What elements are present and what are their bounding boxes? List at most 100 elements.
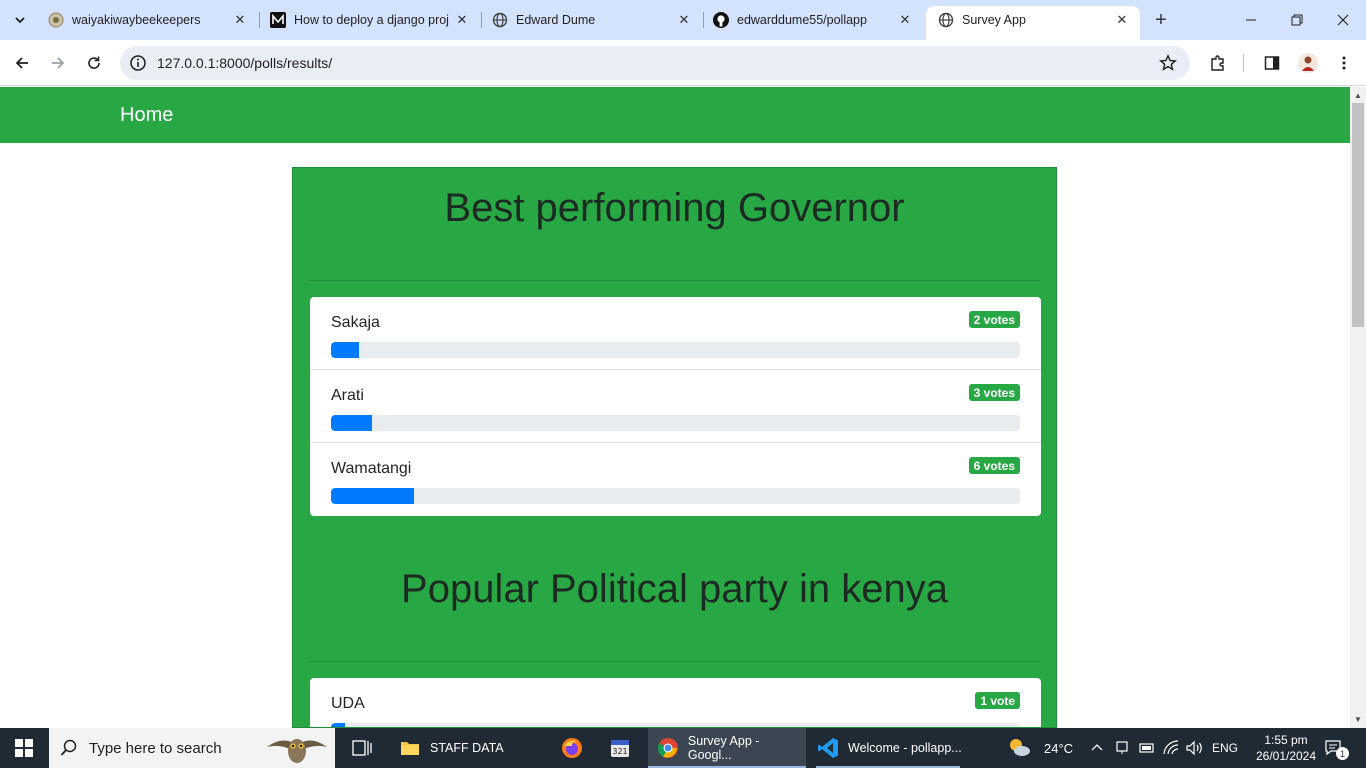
weather-widget[interactable]: 24°C <box>1006 728 1073 768</box>
poll-question: Popular Political party in kenya <box>401 567 948 611</box>
info-icon[interactable] <box>128 53 148 73</box>
svg-text:321: 321 <box>612 747 627 756</box>
side-panel-button[interactable] <box>1261 52 1283 74</box>
taskbar-search[interactable]: Type here to search <box>49 728 335 768</box>
notification-count: 1 <box>1336 747 1349 760</box>
close-window-button[interactable] <box>1320 0 1366 40</box>
globe-icon <box>938 12 954 28</box>
chrome-menu-button[interactable] <box>1333 52 1355 74</box>
profile-avatar[interactable] <box>1297 52 1319 74</box>
globe-icon <box>492 12 508 28</box>
more-vert-icon <box>1342 56 1346 70</box>
home-link[interactable]: Home <box>120 104 173 127</box>
tab-github-pollapp[interactable]: edwarddume55/pollapp ✕ <box>701 6 923 34</box>
media-player-icon: 321 <box>608 736 632 760</box>
tab-title: Edward Dume <box>516 13 596 27</box>
tray-battery[interactable] <box>1139 728 1155 768</box>
scrollbar-thumb[interactable] <box>1352 103 1364 327</box>
url-text[interactable]: 127.0.0.1:8000/polls/results/ <box>157 55 332 71</box>
close-icon[interactable]: ✕ <box>1114 12 1130 28</box>
tab-title: How to deploy a django proj <box>294 13 449 27</box>
tray-meet-now[interactable] <box>1114 728 1130 768</box>
poll-results-container: Best performing Governor Sakaja 2 votes … <box>292 167 1057 728</box>
clock-date: 26/01/2024 <box>1255 749 1317 763</box>
tab-search-button[interactable] <box>8 8 32 32</box>
toolbar-divider <box>1243 54 1244 72</box>
list-item: UDA 1 vote <box>310 678 1041 727</box>
vote-count-badge: 6 votes <box>968 457 1020 474</box>
choice-label: Arati <box>331 387 364 404</box>
windows-logo-icon <box>15 739 33 757</box>
plus-icon: + <box>1155 8 1167 31</box>
forward-button[interactable] <box>45 50 71 76</box>
minimize-button[interactable] <box>1228 0 1274 40</box>
wifi-icon <box>1163 740 1179 755</box>
results-list: Sakaja 2 votes Arati 3 votes Wamatangi 6… <box>310 297 1041 516</box>
site-icon <box>48 12 64 28</box>
app-label: Welcome - pollapp... <box>848 741 962 755</box>
taskbar-app-staff-data[interactable]: STAFF DATA <box>390 728 530 768</box>
notifications-button[interactable]: 1 <box>1324 728 1349 768</box>
tab-edward-dume[interactable]: Edward Dume ✕ <box>480 6 702 34</box>
arrow-right-icon <box>52 57 65 69</box>
divider <box>310 661 1040 662</box>
tab-survey-app[interactable]: Survey App ✕ <box>926 6 1140 40</box>
search-placeholder: Type here to search <box>89 739 222 757</box>
choice-label: Sakaja <box>331 314 380 331</box>
speaker-icon <box>1186 740 1202 756</box>
tray-volume[interactable] <box>1186 728 1204 768</box>
divider <box>310 280 1040 281</box>
extensions-button[interactable] <box>1207 52 1229 74</box>
task-view-button[interactable] <box>344 728 376 768</box>
list-item: Arati 3 votes <box>310 370 1041 443</box>
battery-icon <box>1139 743 1154 753</box>
scroll-up-icon[interactable]: ▲ <box>1354 91 1362 100</box>
choice-label: UDA <box>331 695 365 712</box>
start-button[interactable] <box>0 728 48 768</box>
search-icon <box>60 739 77 756</box>
tray-network[interactable] <box>1163 728 1181 768</box>
restore-icon <box>1291 14 1303 26</box>
tab-django-deploy[interactable]: How to deploy a django proj ✕ <box>258 6 480 34</box>
restore-button[interactable] <box>1274 0 1320 40</box>
reload-icon <box>88 56 100 69</box>
progress-bar <box>331 415 1020 431</box>
taskbar-app-chrome[interactable]: Survey App - Googl... <box>648 728 806 768</box>
page-scrollbar[interactable]: ▲ ▼ <box>1350 87 1366 728</box>
taskbar-firefox[interactable] <box>552 728 592 768</box>
show-hidden-icons[interactable] <box>1090 728 1104 768</box>
address-bar[interactable]: 127.0.0.1:8000/polls/results/ <box>120 46 1190 80</box>
new-tab-button[interactable]: + <box>1150 9 1172 31</box>
close-icon[interactable]: ✕ <box>454 12 470 28</box>
close-icon[interactable]: ✕ <box>676 12 692 28</box>
chevron-up-icon <box>1091 744 1103 751</box>
back-button[interactable] <box>9 50 35 76</box>
progress-fill <box>331 415 373 431</box>
puzzle-icon <box>1211 55 1224 71</box>
browser-toolbar: 127.0.0.1:8000/polls/results/ <box>0 40 1366 86</box>
vote-count-badge: 3 votes <box>968 384 1020 401</box>
tray-language[interactable]: ENG <box>1212 728 1238 768</box>
weather-temp: 24°C <box>1044 740 1074 756</box>
bookmark-star-icon[interactable] <box>1158 53 1178 73</box>
progress-bar <box>331 488 1020 504</box>
close-icon[interactable]: ✕ <box>897 12 913 28</box>
close-icon[interactable]: ✕ <box>232 12 248 28</box>
tab-waiyakiwaybeekeepers[interactable]: waiyakiwaybeekeepers ✕ <box>36 6 258 34</box>
tab-title: waiyakiwaybeekeepers <box>72 13 201 27</box>
avatar-icon <box>1298 53 1318 73</box>
windows-taskbar: Type here to search STAFF DATA 321 Surve… <box>0 728 1366 768</box>
taskbar-app-vscode[interactable]: Welcome - pollapp... <box>808 728 968 768</box>
scroll-down-icon[interactable]: ▼ <box>1354 715 1362 724</box>
github-icon <box>713 12 729 28</box>
language-label: ENG <box>1212 741 1239 755</box>
arrow-left-icon <box>15 57 28 69</box>
list-item: Wamatangi 6 votes <box>310 443 1041 516</box>
weather-icon <box>1010 739 1030 756</box>
taskbar-media-player[interactable]: 321 <box>600 728 640 768</box>
results-list: UDA 1 vote <box>310 678 1041 727</box>
close-icon <box>1337 14 1349 26</box>
taskbar-clock[interactable]: 1:55 pm 26/01/2024 <box>1246 732 1326 764</box>
tab-title: Survey App <box>962 13 1026 27</box>
reload-button[interactable] <box>81 50 107 76</box>
